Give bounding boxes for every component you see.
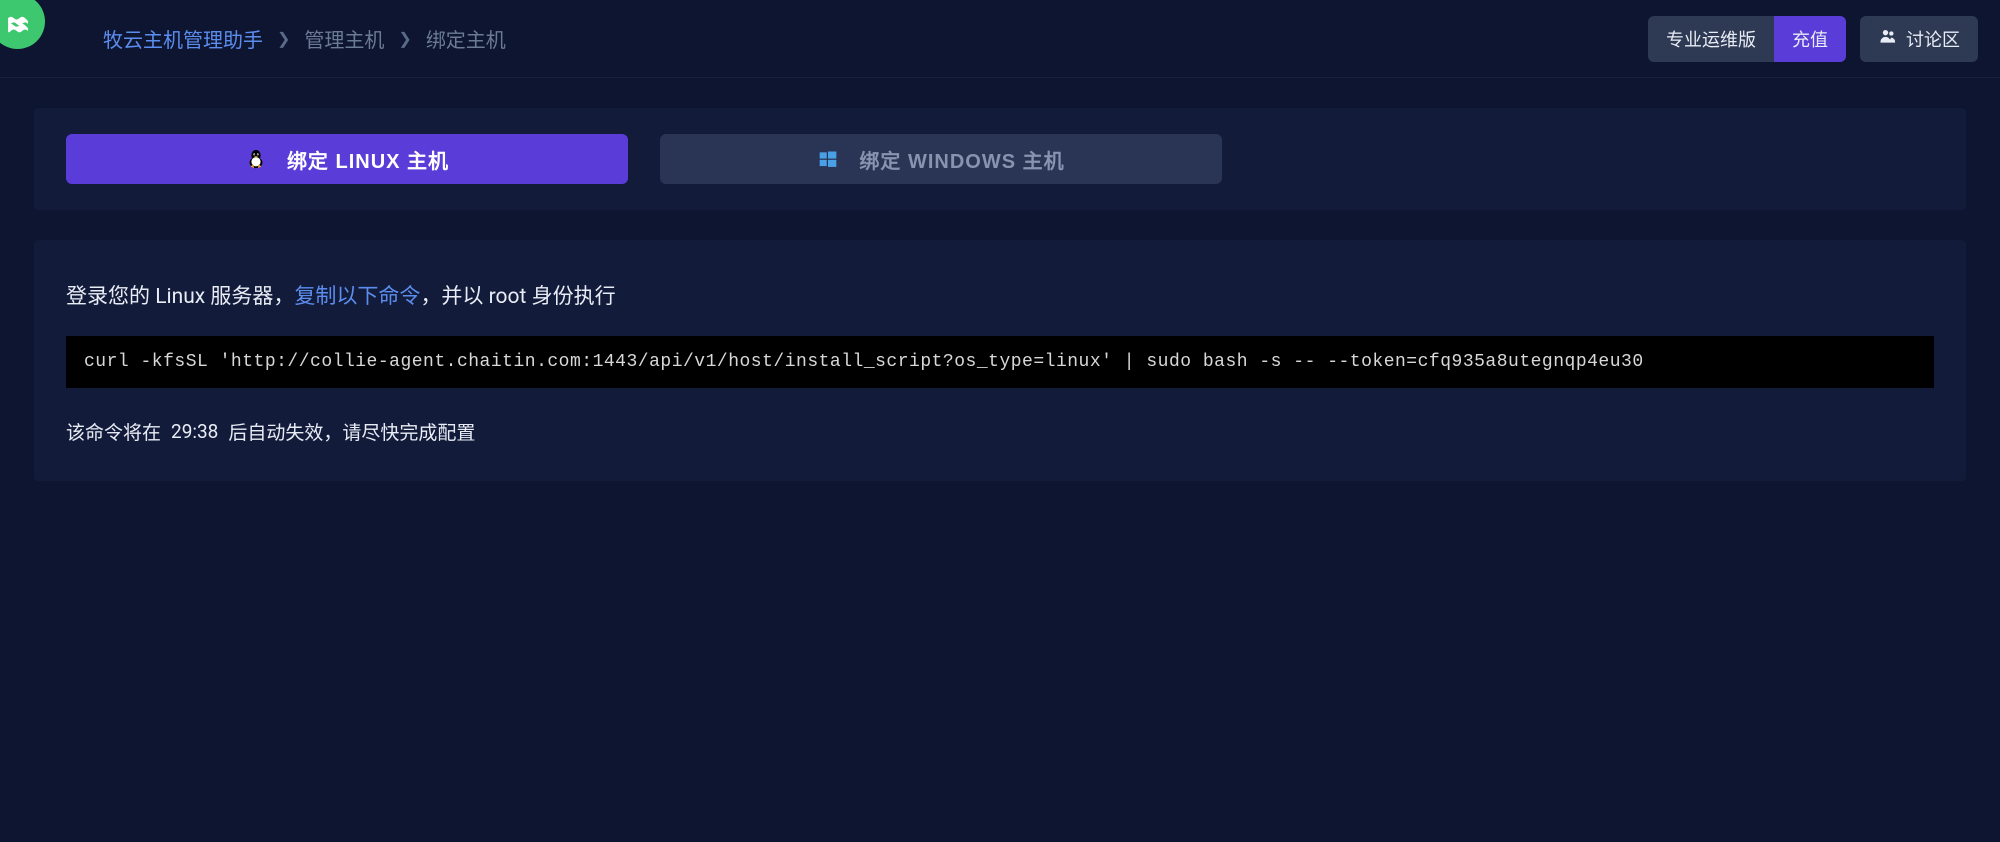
header-right: 专业运维版 充值 讨论区: [1648, 16, 1978, 62]
breadcrumb-item-manage[interactable]: 管理主机: [304, 24, 384, 53]
tab-windows[interactable]: 绑定 WINDOWS 主机: [660, 134, 1222, 184]
expire-countdown: 29:38: [171, 420, 218, 443]
chevron-right-icon: ❯: [398, 29, 411, 48]
copy-command-link[interactable]: 复制以下命令: [294, 280, 420, 310]
linux-icon: [245, 148, 267, 170]
forum-label: 讨论区: [1906, 26, 1960, 52]
expire-prefix: 该命令将在: [66, 418, 161, 445]
users-icon: [1878, 26, 1898, 51]
recharge-button[interactable]: 充值: [1774, 16, 1846, 62]
main-content: 绑定 LINUX 主机 绑定 WINDOWS 主机 登录您的 Linux 服务器…: [0, 78, 2000, 511]
forum-button[interactable]: 讨论区: [1860, 16, 1978, 62]
expire-text: 该命令将在 29:38 后自动失效，请尽快完成配置: [66, 418, 1934, 445]
breadcrumb-item-bind[interactable]: 绑定主机: [426, 24, 506, 53]
chevron-right-icon: ❯: [277, 29, 290, 48]
instruction-suffix: ，并以 root 身份执行: [420, 280, 615, 310]
pro-edition-button[interactable]: 专业运维版: [1648, 16, 1774, 62]
bind-tabs-panel: 绑定 LINUX 主机 绑定 WINDOWS 主机: [34, 108, 1966, 210]
tab-linux-label: 绑定 LINUX 主机: [287, 145, 449, 174]
header: 牧云主机管理助手 ❯ 管理主机 ❯ 绑定主机 专业运维版 充值: [0, 0, 2000, 78]
tab-linux[interactable]: 绑定 LINUX 主机: [66, 134, 628, 184]
expire-suffix: 后自动失效，请尽快完成配置: [228, 418, 475, 445]
tab-windows-label: 绑定 WINDOWS 主机: [859, 145, 1064, 174]
instruction-prefix: 登录您的 Linux 服务器，: [66, 280, 294, 310]
instruction-text: 登录您的 Linux 服务器， 复制以下命令 ，并以 root 身份执行: [66, 280, 1934, 310]
app-logo[interactable]: [0, 0, 45, 49]
pro-edition-label: 专业运维版: [1666, 26, 1756, 52]
breadcrumb-app[interactable]: 牧云主机管理助手: [103, 24, 263, 53]
windows-icon: [817, 148, 839, 170]
header-left: 牧云主机管理助手 ❯ 管理主机 ❯ 绑定主机: [0, 0, 506, 77]
install-command-code[interactable]: curl -kfsSL 'http://collie-agent.chaitin…: [66, 336, 1934, 388]
breadcrumb: 牧云主机管理助手 ❯ 管理主机 ❯ 绑定主机: [103, 24, 506, 53]
instruction-panel: 登录您的 Linux 服务器， 复制以下命令 ，并以 root 身份执行 cur…: [34, 240, 1966, 481]
pro-recharge-group: 专业运维版 充值: [1648, 16, 1846, 62]
recharge-label: 充值: [1792, 26, 1828, 52]
logo-icon: [1, 4, 35, 38]
